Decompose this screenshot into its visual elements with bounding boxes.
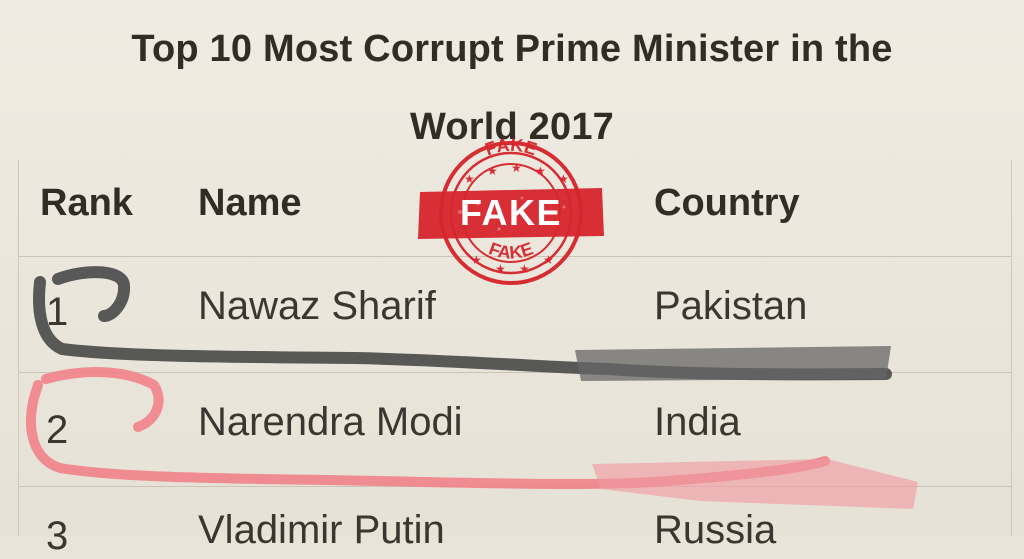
table-row-1-country: Pakistan	[654, 284, 808, 328]
table-row-2-rank: 2	[46, 408, 69, 452]
table-row-1-name: Nawaz Sharif	[198, 284, 436, 328]
table-right-border	[1011, 160, 1012, 536]
table-row-2-name: Narendra Modi	[198, 400, 463, 444]
row-divider-1	[18, 372, 1012, 373]
header-name: Name	[198, 182, 302, 224]
ranking-table: Rank Name Country 1 Nawaz Sharif Pakista…	[0, 160, 1024, 558]
document-page: Top 10 Most Corrupt Prime Minister in th…	[0, 0, 1024, 558]
header-divider	[18, 256, 1012, 257]
header-country: Country	[654, 182, 800, 224]
table-row-3-country: Russia	[654, 508, 777, 552]
document-title: Top 10 Most Corrupt Prime Minister in th…	[131, 28, 893, 148]
table-row-1-rank: 1	[46, 290, 69, 334]
table-left-border	[18, 160, 19, 536]
row-divider-2	[18, 486, 1012, 487]
table-row-2-country: India	[654, 400, 741, 444]
table-row-3-name: Vladimir Putin	[198, 508, 445, 552]
header-rank: Rank	[40, 182, 133, 224]
table-row-3-rank: 3	[46, 514, 69, 558]
